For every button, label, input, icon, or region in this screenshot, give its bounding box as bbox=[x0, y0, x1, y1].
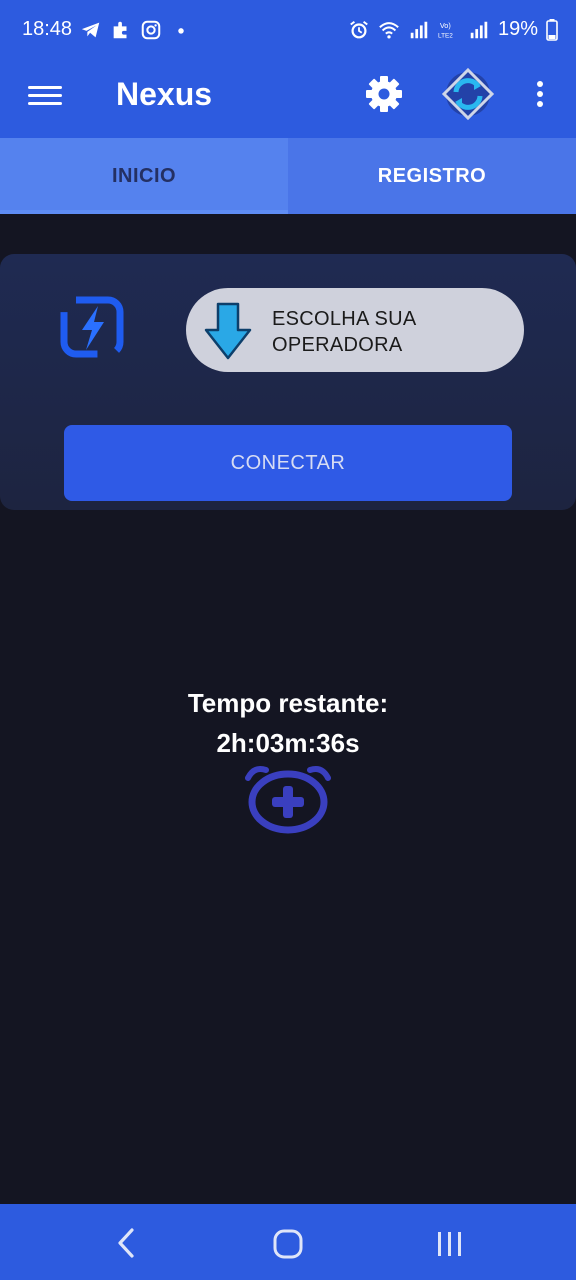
wifi-icon bbox=[379, 21, 399, 39]
signal-icon bbox=[410, 21, 428, 38]
puzzle-icon bbox=[113, 21, 127, 38]
status-bar: 18:48 Vo) LTE2 19% bbox=[0, 0, 576, 64]
app-bar: Nexus bbox=[0, 64, 576, 138]
recents-icon[interactable] bbox=[432, 1228, 468, 1260]
alarm-add-icon[interactable] bbox=[242, 764, 334, 836]
status-time: 18:48 bbox=[22, 18, 73, 40]
time-remaining-value: 2h:03m:36s bbox=[216, 728, 360, 758]
system-nav-bar bbox=[0, 1204, 576, 1280]
svg-text:Vo): Vo) bbox=[440, 21, 451, 30]
status-right: Vo) LTE2 19% bbox=[348, 18, 558, 41]
tab-bar: INICIO REGISTRO bbox=[0, 138, 576, 214]
dot-icon bbox=[178, 27, 184, 34]
alarm-icon bbox=[350, 20, 368, 38]
connection-card: ESCOLHA SUA OPERADORA CONECTAR bbox=[0, 254, 576, 510]
volte-icon: Vo) LTE2 bbox=[438, 21, 453, 39]
more-vert-icon[interactable] bbox=[528, 78, 552, 110]
svg-text:LTE2: LTE2 bbox=[438, 32, 453, 39]
tab-inicio[interactable]: INICIO bbox=[0, 138, 288, 214]
status-left: 18:48 bbox=[22, 18, 192, 41]
gear-icon[interactable] bbox=[364, 74, 404, 114]
link-bolt-logo bbox=[60, 296, 124, 358]
connect-button[interactable]: CONECTAR bbox=[64, 425, 512, 501]
battery-icon bbox=[546, 18, 558, 41]
operator-label: ESCOLHA SUA OPERADORA bbox=[272, 308, 416, 356]
battery-percent: 19% bbox=[497, 18, 538, 40]
telegram-icon bbox=[81, 22, 100, 37]
tab-registro[interactable]: REGISTRO bbox=[288, 138, 576, 214]
instagram-icon bbox=[141, 20, 161, 39]
home-icon[interactable] bbox=[272, 1228, 304, 1260]
menu-icon[interactable] bbox=[28, 81, 62, 115]
sync-icon[interactable] bbox=[440, 66, 496, 122]
signal-icon bbox=[470, 21, 488, 38]
back-icon[interactable] bbox=[112, 1226, 142, 1260]
download-arrow-icon bbox=[204, 302, 252, 360]
app-title: Nexus bbox=[116, 76, 213, 112]
time-remaining-label: Tempo restante: bbox=[187, 688, 389, 718]
operator-select-button[interactable]: ESCOLHA SUA OPERADORA bbox=[186, 288, 524, 372]
tab-indicator bbox=[0, 210, 288, 214]
